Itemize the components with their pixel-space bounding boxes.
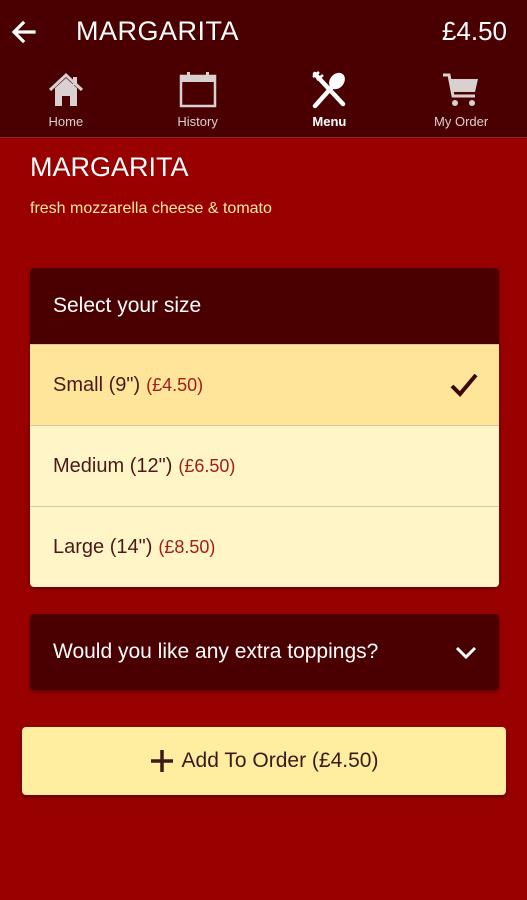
size-option-medium[interactable]: Medium (12") (£6.50): [30, 425, 499, 506]
nav-tabs: Home History Menu My Order: [0, 64, 527, 136]
item-description: fresh mozzarella cheese & tomato: [30, 200, 272, 217]
size-option-name: Small (9"): [53, 373, 141, 396]
add-button-label: Add To Order (£4.50): [181, 749, 379, 772]
size-selector: Select your size Small (9") (£4.50) Medi…: [30, 268, 499, 587]
fork-knife-icon: [312, 71, 346, 109]
tab-label: History: [177, 114, 218, 129]
tab-home[interactable]: Home: [0, 64, 132, 136]
checkmark-icon: [450, 373, 478, 397]
tab-menu[interactable]: Menu: [264, 64, 396, 136]
size-option-name: Medium (12"): [53, 454, 173, 477]
plus-icon: [150, 750, 173, 772]
item-name: MARGARITA: [30, 152, 189, 182]
home-icon: [48, 72, 83, 106]
arrow-left-icon[interactable]: [10, 18, 38, 46]
size-option-price: (£8.50): [158, 536, 216, 557]
calendar-icon: [179, 72, 216, 108]
size-option-large[interactable]: Large (14") (£8.50): [30, 506, 499, 587]
toppings-dropdown[interactable]: Would you like any extra toppings?: [30, 614, 499, 690]
size-option-name: Large (14"): [53, 535, 153, 558]
add-to-order-button[interactable]: Add To Order (£4.50): [22, 727, 506, 795]
page-title: MARGARITA: [76, 16, 240, 46]
tab-label: Menu: [312, 114, 347, 129]
tab-history[interactable]: History: [132, 64, 264, 136]
size-option-price: (£6.50): [178, 455, 236, 476]
size-option-price: (£4.50): [146, 374, 204, 395]
size-option-small[interactable]: Small (9") (£4.50): [30, 344, 499, 425]
size-heading: Select your size: [30, 268, 499, 344]
header-price: £4.50: [441, 16, 507, 46]
app-header: MARGARITA £4.50 Home History Menu My Ord…: [0, 0, 527, 138]
tab-my-order[interactable]: My Order: [395, 64, 527, 136]
tab-label: My Order: [434, 114, 489, 129]
chevron-down-icon: [455, 646, 477, 660]
tab-label: Home: [48, 114, 84, 129]
title-row: MARGARITA £4.50: [0, 0, 527, 64]
toppings-label: Would you like any extra toppings?: [53, 640, 379, 663]
cart-icon: [443, 73, 479, 106]
